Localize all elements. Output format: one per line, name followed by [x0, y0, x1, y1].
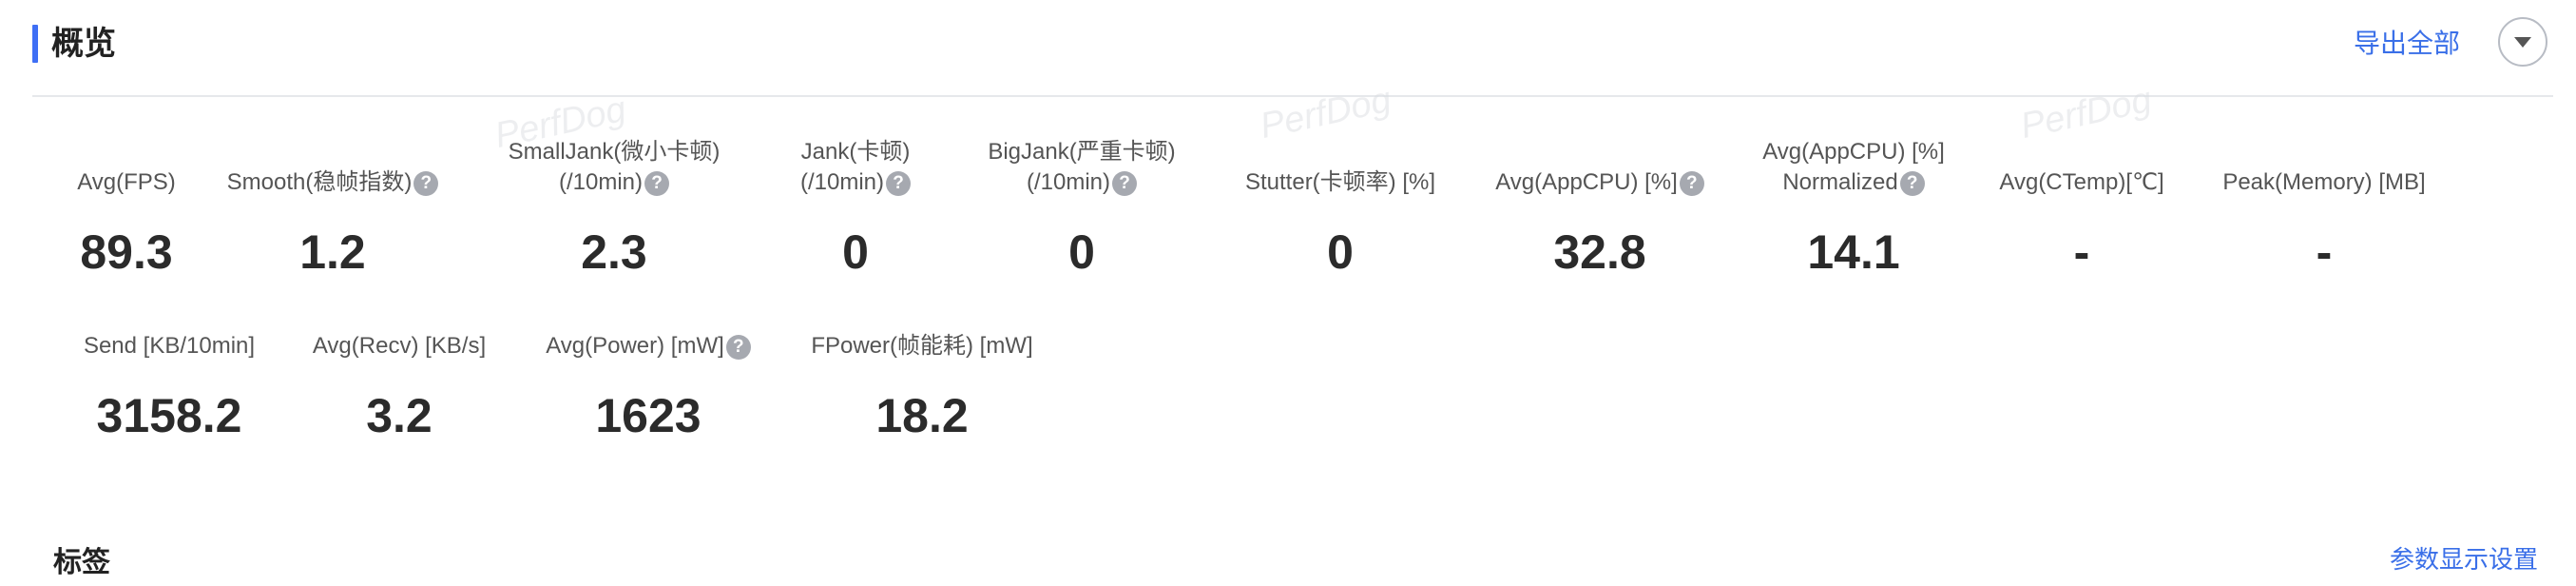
metric-label: Avg(AppCPU) [%]?: [1476, 167, 1723, 198]
metric-label-line: (/10min)?: [958, 167, 1205, 198]
metric-label-text: Avg(Recv) [KB/s]: [312, 333, 487, 359]
help-icon[interactable]: ?: [1112, 170, 1138, 196]
metric-label-text: Send [KB/10min]: [83, 333, 256, 359]
chevron-down-icon: [2514, 37, 2531, 48]
collapse-button[interactable]: [2498, 17, 2547, 67]
metric-label-text: (/10min): [1026, 169, 1111, 195]
metric-label-line: Send [KB/10min]: [46, 331, 293, 361]
metric-value: 3.2: [366, 389, 433, 442]
metric-label-text: Avg(AppCPU) [%]: [1762, 139, 1945, 165]
metric-label-text: Smooth(稳帧指数): [226, 169, 413, 195]
metric-label-line: Avg(Power) [mW]?: [525, 331, 772, 361]
metric-label-text: Avg(AppCPU) [%]: [1495, 169, 1678, 195]
metric-label: Avg(CTemp)[℃]: [1958, 167, 2205, 198]
metric-label-line: Peak(Memory) [MB]: [2201, 167, 2448, 198]
metric-label: Smooth(稳帧指数)?: [209, 167, 456, 198]
metric-label-text: Jank(卡顿): [800, 139, 911, 165]
help-icon[interactable]: ?: [1679, 170, 1704, 196]
metric-label-line: Avg(AppCPU) [%]: [1730, 137, 1977, 167]
watermark-3: PerfDog: [2017, 79, 2156, 147]
overview-header: 概览 导出全部: [32, 17, 2547, 74]
metric-label-line: Avg(AppCPU) [%]?: [1476, 167, 1723, 198]
metric-label-line: Smooth(稳帧指数)?: [209, 167, 456, 198]
help-icon[interactable]: ?: [1899, 170, 1925, 196]
metric-value: 1623: [595, 389, 702, 442]
metric-label-line: (/10min)?: [732, 167, 979, 198]
help-icon[interactable]: ?: [725, 334, 751, 360]
metric-label-line: FPower(帧能耗) [mW]: [798, 331, 1046, 361]
metric-label-line: SmallJank(微小卡顿): [490, 137, 738, 167]
section-title: 概览: [51, 26, 116, 62]
metric-value: 0: [1068, 225, 1095, 279]
metric-label: Avg(Power) [mW]?: [525, 331, 772, 361]
metric-label: FPower(帧能耗) [mW]: [798, 331, 1046, 361]
metric-label: SmallJank(微小卡顿) (/10min)?: [490, 137, 738, 198]
metric-label-text: Stutter(卡顿率) [%]: [1244, 169, 1436, 195]
metric-label-line: Avg(Recv) [KB/s]: [276, 331, 523, 361]
metric-value: 1.2: [299, 225, 366, 279]
metric-value: 32.8: [1553, 225, 1646, 279]
metric-label-line: BigJank(严重卡顿): [958, 137, 1205, 167]
help-icon[interactable]: ?: [886, 170, 912, 196]
metric-label-line: (/10min)?: [490, 167, 738, 198]
watermark-2: PerfDog: [1257, 79, 1395, 147]
title-accent-bar: [32, 25, 38, 63]
help-icon[interactable]: ?: [413, 170, 439, 196]
metric-value: 0: [1327, 225, 1354, 279]
metric-value: 14.1: [1807, 225, 1900, 279]
metric-label: Stutter(卡顿率) [%]: [1217, 167, 1464, 198]
metric-label-line: Normalized?: [1730, 167, 1977, 198]
metric-value: 18.2: [875, 389, 969, 442]
metric-value: 2.3: [581, 225, 647, 279]
metric-label-text: SmallJank(微小卡顿): [508, 139, 721, 165]
metric-value: 3158.2: [96, 389, 242, 442]
metric-label-line: Jank(卡顿): [732, 137, 979, 167]
header-divider: [32, 95, 2553, 97]
metric-label-text: (/10min): [558, 169, 644, 195]
metric-label-text: BigJank(严重卡顿): [988, 139, 1176, 165]
metric-label-text: Avg(FPS): [77, 169, 176, 195]
metric-value: -: [2316, 225, 2333, 279]
metric-label: Peak(Memory) [MB]: [2201, 167, 2448, 198]
tags-title: 标签: [53, 547, 110, 578]
metric-label-text: Peak(Memory) [MB]: [2222, 169, 2426, 195]
metric-label: Send [KB/10min]: [46, 331, 293, 361]
metric-label-text: FPower(帧能耗) [mW]: [811, 333, 1033, 359]
metric-label-text: (/10min): [799, 169, 885, 195]
metric-label-text: Normalized: [1782, 169, 1898, 195]
metric-value: 0: [842, 225, 869, 279]
metric-value: -: [2073, 225, 2090, 279]
param-display-settings-link[interactable]: 参数显示设置: [2390, 540, 2538, 576]
metric-label: Avg(AppCPU) [%] Normalized?: [1730, 137, 1977, 198]
help-icon[interactable]: ?: [644, 170, 670, 196]
metric-label: Jank(卡顿) (/10min)?: [732, 137, 979, 198]
metric-label: BigJank(严重卡顿) (/10min)?: [958, 137, 1205, 198]
metric-label-text: Avg(CTemp)[℃]: [1999, 169, 2164, 195]
metric-label-line: Stutter(卡顿率) [%]: [1217, 167, 1464, 198]
metric-label-text: Avg(Power) [mW]: [546, 333, 724, 359]
export-all-link[interactable]: 导出全部: [2354, 25, 2460, 63]
metric-label: Avg(Recv) [KB/s]: [276, 331, 523, 361]
metric-label-line: Avg(CTemp)[℃]: [1958, 167, 2205, 198]
